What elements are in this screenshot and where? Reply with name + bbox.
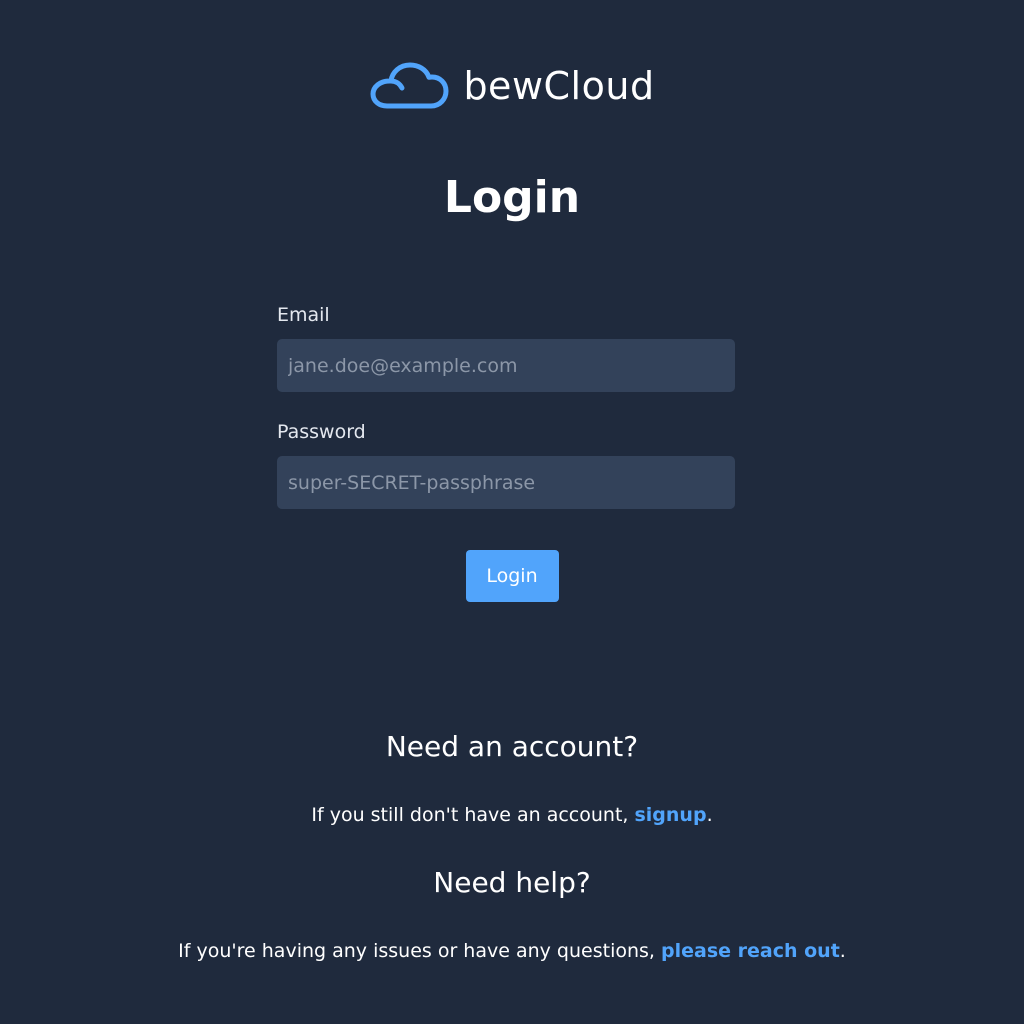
- brand-logo[interactable]: bewCloud: [0, 62, 1024, 110]
- signup-text: If you still don't have an account, sign…: [0, 804, 1024, 826]
- email-label: Email: [277, 304, 330, 326]
- signup-heading: Need an account?: [385, 730, 639, 763]
- submit-row: Login: [0, 550, 1024, 602]
- login-form: Email Password: [277, 302, 735, 509]
- signup-link[interactable]: signup: [634, 804, 706, 826]
- email-field[interactable]: [277, 339, 735, 392]
- password-field[interactable]: [277, 456, 735, 509]
- help-text: If you're having any issues or have any …: [0, 940, 1024, 962]
- field-spacer: [277, 392, 735, 419]
- signup-text-after: .: [706, 804, 713, 826]
- login-button[interactable]: Login: [465, 550, 559, 602]
- help-text-before: If you're having any issues or have any …: [178, 940, 661, 962]
- cloud-icon: [370, 62, 449, 109]
- help-text-after: .: [839, 940, 846, 962]
- signup-text-before: If you still don't have an account,: [311, 804, 635, 826]
- help-link[interactable]: please reach out: [661, 940, 840, 962]
- help-heading: Need help?: [433, 866, 591, 899]
- page-title: Login: [443, 172, 581, 223]
- login-page: bewCloud Login Email Password Login Need…: [0, 0, 1024, 1024]
- brand-name: bewCloud: [463, 64, 655, 108]
- password-label: Password: [277, 421, 366, 443]
